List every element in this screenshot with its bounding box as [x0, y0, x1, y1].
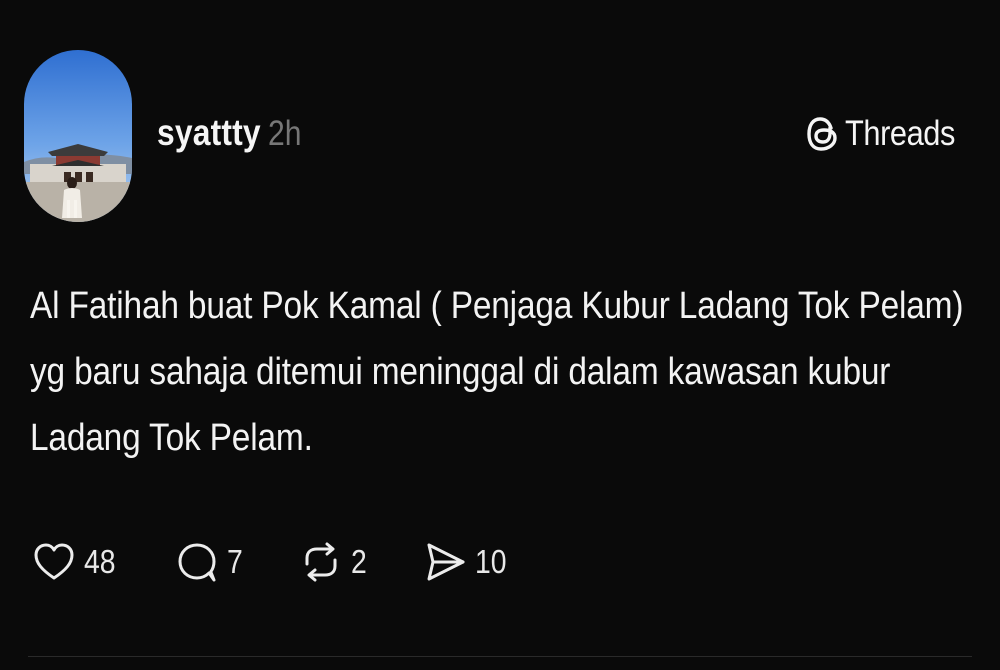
- like-button[interactable]: 48: [32, 540, 121, 584]
- threads-logo-icon: [807, 117, 837, 151]
- username[interactable]: syattty: [157, 112, 261, 154]
- avatar[interactable]: [24, 50, 132, 222]
- like-count: 48: [84, 543, 116, 580]
- post-body: Al Fatihah buat Pok Kamal ( Penjaga Kubu…: [30, 278, 990, 476]
- repost-icon: [305, 542, 337, 582]
- threads-post: syattty 2h Threads Al Fatihah buat Pok K…: [0, 0, 1000, 670]
- post-text-line: Ladang Tok Pelam.: [30, 417, 313, 459]
- timestamp: 2h: [267, 114, 302, 153]
- comment-button[interactable]: 7: [175, 540, 245, 584]
- threads-brand: Threads: [805, 114, 970, 154]
- share-button[interactable]: 10: [423, 540, 512, 584]
- post-text-line: Al Fatihah buat Pok Kamal ( Penjaga Kubu…: [30, 285, 964, 327]
- avatar-photo: [24, 50, 132, 222]
- repost-button[interactable]: 2: [299, 540, 369, 584]
- post-header: syattty 2h: [157, 112, 307, 154]
- share-count: 10: [475, 543, 508, 580]
- post-text-line: yg baru sahaja ditemui meninggal di dala…: [30, 351, 891, 393]
- divider: [28, 656, 972, 657]
- comment-icon: [178, 543, 216, 582]
- heart-icon: [34, 543, 74, 580]
- brand-name: Threads: [845, 114, 956, 153]
- repost-count: 2: [351, 543, 367, 580]
- comment-count: 7: [226, 543, 243, 580]
- share-icon: [427, 543, 465, 581]
- action-bar: 48 7 2 10: [32, 540, 566, 584]
